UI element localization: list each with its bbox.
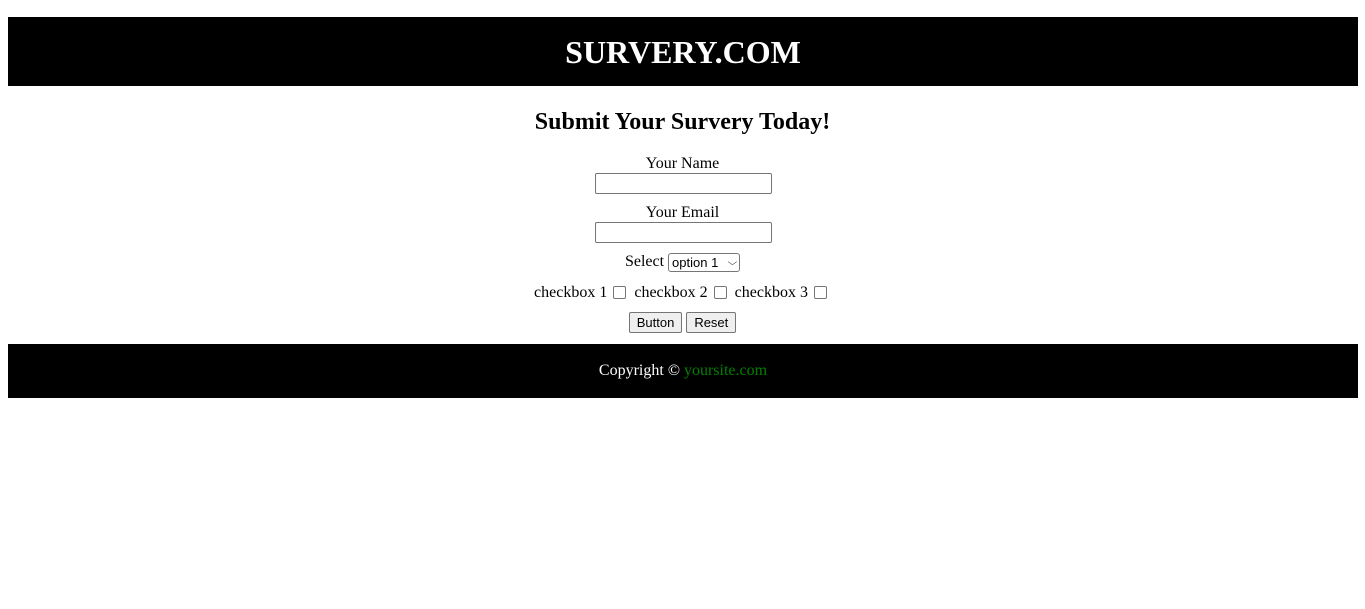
page: SURVERY.COM Submit Your Survery Today! Y…: [0, 0, 1365, 609]
select-row: Select option 1 ⌵: [0, 252, 1365, 272]
submit-button[interactable]: Button: [628, 312, 683, 333]
form-title: Submit Your Survery Today!: [534, 109, 831, 135]
checkbox-1-label: checkbox 1: [534, 284, 608, 301]
email-input[interactable]: [595, 222, 772, 243]
site-header: SURVERY.COM: [8, 17, 1358, 86]
checkbox-3-label: checkbox 3: [734, 284, 808, 301]
checkbox-group-3: checkbox 3: [735, 284, 831, 302]
button-row: Button Reset: [0, 312, 1365, 333]
email-label: Your Email: [645, 204, 720, 221]
site-footer: Copyright © yoursite.com: [8, 344, 1358, 398]
option-select[interactable]: option 1 ⌵: [668, 252, 741, 272]
reset-button[interactable]: Reset: [686, 312, 737, 333]
name-label: Your Name: [645, 155, 720, 172]
checkbox-2[interactable]: [713, 285, 727, 299]
checkbox-row: checkbox 1 checkbox 2 checkbox 3: [0, 283, 1365, 303]
checkbox-3[interactable]: [813, 285, 827, 299]
checkbox-1[interactable]: [613, 285, 627, 299]
chevron-down-icon: ⌵: [727, 256, 738, 267]
footer-link[interactable]: yoursite.com: [684, 362, 767, 380]
checkbox-group-1: checkbox 1: [534, 284, 630, 302]
site-title: SURVERY.COM: [565, 33, 801, 70]
checkbox-group-2: checkbox 2: [634, 284, 730, 302]
select-label: Select: [624, 253, 665, 270]
copyright-text: Copyright ©: [598, 362, 680, 379]
select-value: option 1: [672, 254, 719, 270]
checkbox-2-label: checkbox 2: [634, 284, 708, 301]
name-input[interactable]: [595, 173, 772, 194]
